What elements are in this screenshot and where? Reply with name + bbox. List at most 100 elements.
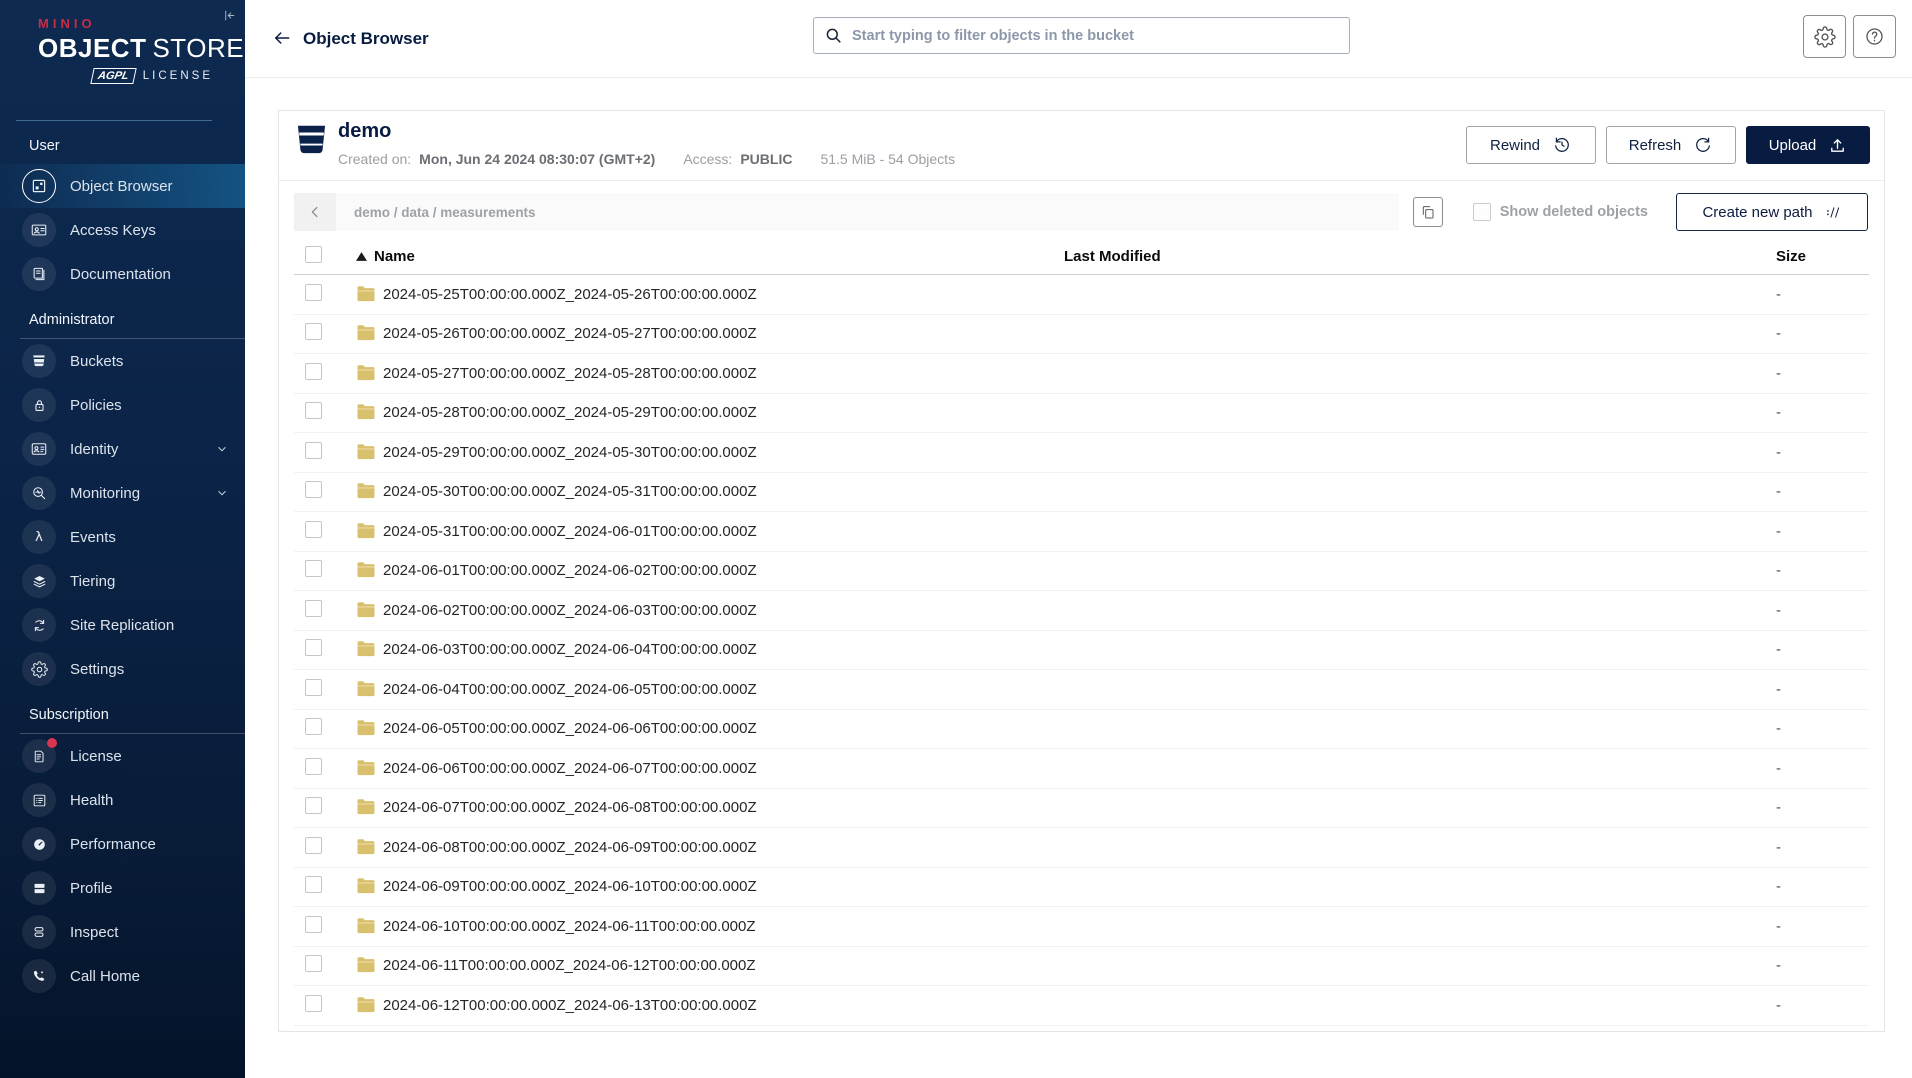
row-checkbox[interactable]	[305, 757, 322, 775]
row-checkbox[interactable]	[305, 718, 322, 736]
table-row[interactable]: 2024-06-11T00:00:00.000Z_2024-06-12T00:0…	[294, 947, 1869, 986]
table-row[interactable]: 2024-05-31T00:00:00.000Z_2024-06-01T00:0…	[294, 512, 1869, 552]
table-row[interactable]: 2024-06-07T00:00:00.000Z_2024-06-08T00:0…	[294, 789, 1869, 828]
sidebar-item-label: Monitoring	[70, 484, 141, 502]
size-cell: -	[1776, 641, 1781, 659]
product-name: OBJECT STORE	[38, 33, 245, 63]
sidebar-item-label: Buckets	[70, 352, 124, 370]
show-deleted-checkbox[interactable]	[1472, 203, 1491, 221]
row-checkbox[interactable]	[305, 678, 322, 696]
sidebar-item[interactable]: Inspect	[0, 910, 245, 954]
sidebar-section-subscription: Subscription License Health Performance …	[0, 691, 245, 998]
sidebar-item-label: Site Replication	[70, 616, 175, 634]
profile-icon	[22, 871, 56, 905]
row-checkbox[interactable]	[305, 639, 322, 657]
object-name: 2024-06-08T00:00:00.000Z_2024-06-09T00:0…	[383, 838, 757, 856]
rewind-button[interactable]: Rewind	[1466, 126, 1596, 164]
sidebar-item[interactable]: Policies	[0, 383, 245, 427]
create-new-path-button[interactable]: Create new path	[1676, 193, 1868, 231]
row-checkbox[interactable]	[305, 362, 322, 380]
object-name: 2024-05-25T00:00:00.000Z_2024-05-26T00:0…	[383, 285, 757, 303]
sidebar-item-label: Settings	[70, 660, 125, 678]
breadcrumb[interactable]: demo / data / measurements	[354, 205, 536, 220]
sidebar-item[interactable]: λ Events	[0, 515, 245, 559]
search-input[interactable]	[852, 27, 1339, 44]
policies-icon	[22, 388, 56, 422]
row-checkbox[interactable]	[305, 481, 322, 499]
table-row[interactable]: 2024-06-03T00:00:00.000Z_2024-06-04T00:0…	[294, 631, 1869, 670]
row-checkbox[interactable]	[305, 836, 322, 854]
sidebar-item[interactable]: Health	[0, 778, 245, 822]
sidebar-item[interactable]: Settings	[0, 647, 245, 691]
row-checkbox[interactable]	[305, 402, 322, 420]
upload-button-label: Upload	[1768, 136, 1817, 154]
row-checkbox[interactable]	[305, 323, 322, 341]
row-checkbox[interactable]	[305, 876, 322, 894]
table-row[interactable]: 2024-05-27T00:00:00.000Z_2024-05-28T00:0…	[294, 354, 1869, 394]
sidebar-item[interactable]: Object Browser	[0, 164, 245, 208]
sidebar-nav-user: Object Browser Access Keys Documentation	[0, 164, 245, 296]
row-checkbox[interactable]	[305, 797, 322, 815]
table-row[interactable]: 2024-05-30T00:00:00.000Z_2024-05-31T00:0…	[294, 473, 1869, 512]
show-deleted-toggle: Show deleted objects	[1472, 203, 1648, 221]
table-row[interactable]: 2024-06-09T00:00:00.000Z_2024-06-10T00:0…	[294, 868, 1869, 907]
access-badge[interactable]: PUBLIC	[740, 151, 792, 167]
row-checkbox[interactable]	[305, 283, 322, 301]
table-row[interactable]: 2024-06-05T00:00:00.000Z_2024-06-06T00:0…	[294, 710, 1869, 749]
back-arrow-icon[interactable]	[272, 28, 292, 48]
sidebar-item-label: Inspect	[70, 923, 119, 941]
help-button[interactable]	[1853, 15, 1896, 58]
upload-button[interactable]: Upload	[1746, 126, 1870, 164]
table-row[interactable]: 2024-06-10T00:00:00.000Z_2024-06-11T00:0…	[294, 907, 1869, 947]
sidebar-item[interactable]: Site Replication	[0, 603, 245, 647]
table-row[interactable]: 2024-05-25T00:00:00.000Z_2024-05-26T00:0…	[294, 275, 1869, 315]
sidebar-item-label: License	[70, 747, 122, 765]
sidebar-item[interactable]: Identity	[0, 427, 245, 471]
size-cell: -	[1776, 957, 1781, 975]
create-path-icon	[1825, 204, 1842, 221]
refresh-button-label: Refresh	[1628, 136, 1682, 154]
sidebar-item[interactable]: Tiering	[0, 559, 245, 603]
object-name: 2024-06-10T00:00:00.000Z_2024-06-11T00:0…	[383, 917, 756, 935]
table-row[interactable]: 2024-06-02T00:00:00.000Z_2024-06-03T00:0…	[294, 591, 1869, 631]
table-row[interactable]: 2024-05-26T00:00:00.000Z_2024-05-27T00:0…	[294, 315, 1869, 354]
row-checkbox[interactable]	[305, 560, 322, 578]
sidebar-item[interactable]: Monitoring	[0, 471, 245, 515]
size-cell: -	[1776, 562, 1781, 580]
table-row[interactable]: 2024-05-28T00:00:00.000Z_2024-05-29T00:0…	[294, 394, 1869, 433]
sidebar-item[interactable]: Access Keys	[0, 208, 245, 252]
row-checkbox[interactable]	[305, 599, 322, 617]
sidebar-item[interactable]: Call Home	[0, 954, 245, 998]
sidebar-item-label: Health	[70, 791, 114, 809]
sidebar-item[interactable]: Performance	[0, 822, 245, 866]
collapse-sidebar-icon[interactable]	[222, 8, 237, 28]
gear-icon	[1813, 25, 1836, 48]
row-checkbox[interactable]	[305, 915, 322, 933]
sidebar-item[interactable]: Profile	[0, 866, 245, 910]
column-header-name[interactable]: Name	[356, 248, 1064, 265]
object-name: 2024-05-27T00:00:00.000Z_2024-05-28T00:0…	[383, 364, 757, 382]
refresh-button[interactable]: Refresh	[1606, 126, 1736, 164]
license-line: AGPL LICENSE	[38, 68, 245, 84]
table-row[interactable]: 2024-06-01T00:00:00.000Z_2024-06-02T00:0…	[294, 552, 1869, 591]
table-row[interactable]: 2024-06-04T00:00:00.000Z_2024-06-05T00:0…	[294, 670, 1869, 710]
sidebar-item-label: Profile	[70, 879, 113, 897]
settings-button[interactable]	[1803, 15, 1846, 58]
table-row[interactable]: 2024-06-06T00:00:00.000Z_2024-06-07T00:0…	[294, 749, 1869, 789]
table-row[interactable]: 2024-06-08T00:00:00.000Z_2024-06-09T00:0…	[294, 828, 1869, 868]
row-checkbox[interactable]	[305, 994, 322, 1012]
sidebar-item[interactable]: License	[0, 734, 245, 778]
table-row[interactable]: 2024-06-12T00:00:00.000Z_2024-06-13T00:0…	[294, 986, 1869, 1026]
sidebar-item[interactable]: Buckets	[0, 339, 245, 383]
copy-path-button[interactable]	[1412, 197, 1443, 227]
row-checkbox[interactable]	[305, 520, 322, 538]
folder-icon	[356, 522, 376, 539]
sidebar-item[interactable]: Documentation	[0, 252, 245, 296]
breadcrumb-back-button[interactable]	[294, 193, 336, 231]
object-name: 2024-06-01T00:00:00.000Z_2024-06-02T00:0…	[383, 562, 757, 580]
row-checkbox[interactable]	[305, 441, 322, 459]
row-checkbox[interactable]	[305, 955, 322, 973]
table-row[interactable]: 2024-05-29T00:00:00.000Z_2024-05-30T00:0…	[294, 433, 1869, 473]
select-all-checkbox[interactable]	[305, 246, 322, 263]
call-home-icon	[22, 959, 56, 993]
